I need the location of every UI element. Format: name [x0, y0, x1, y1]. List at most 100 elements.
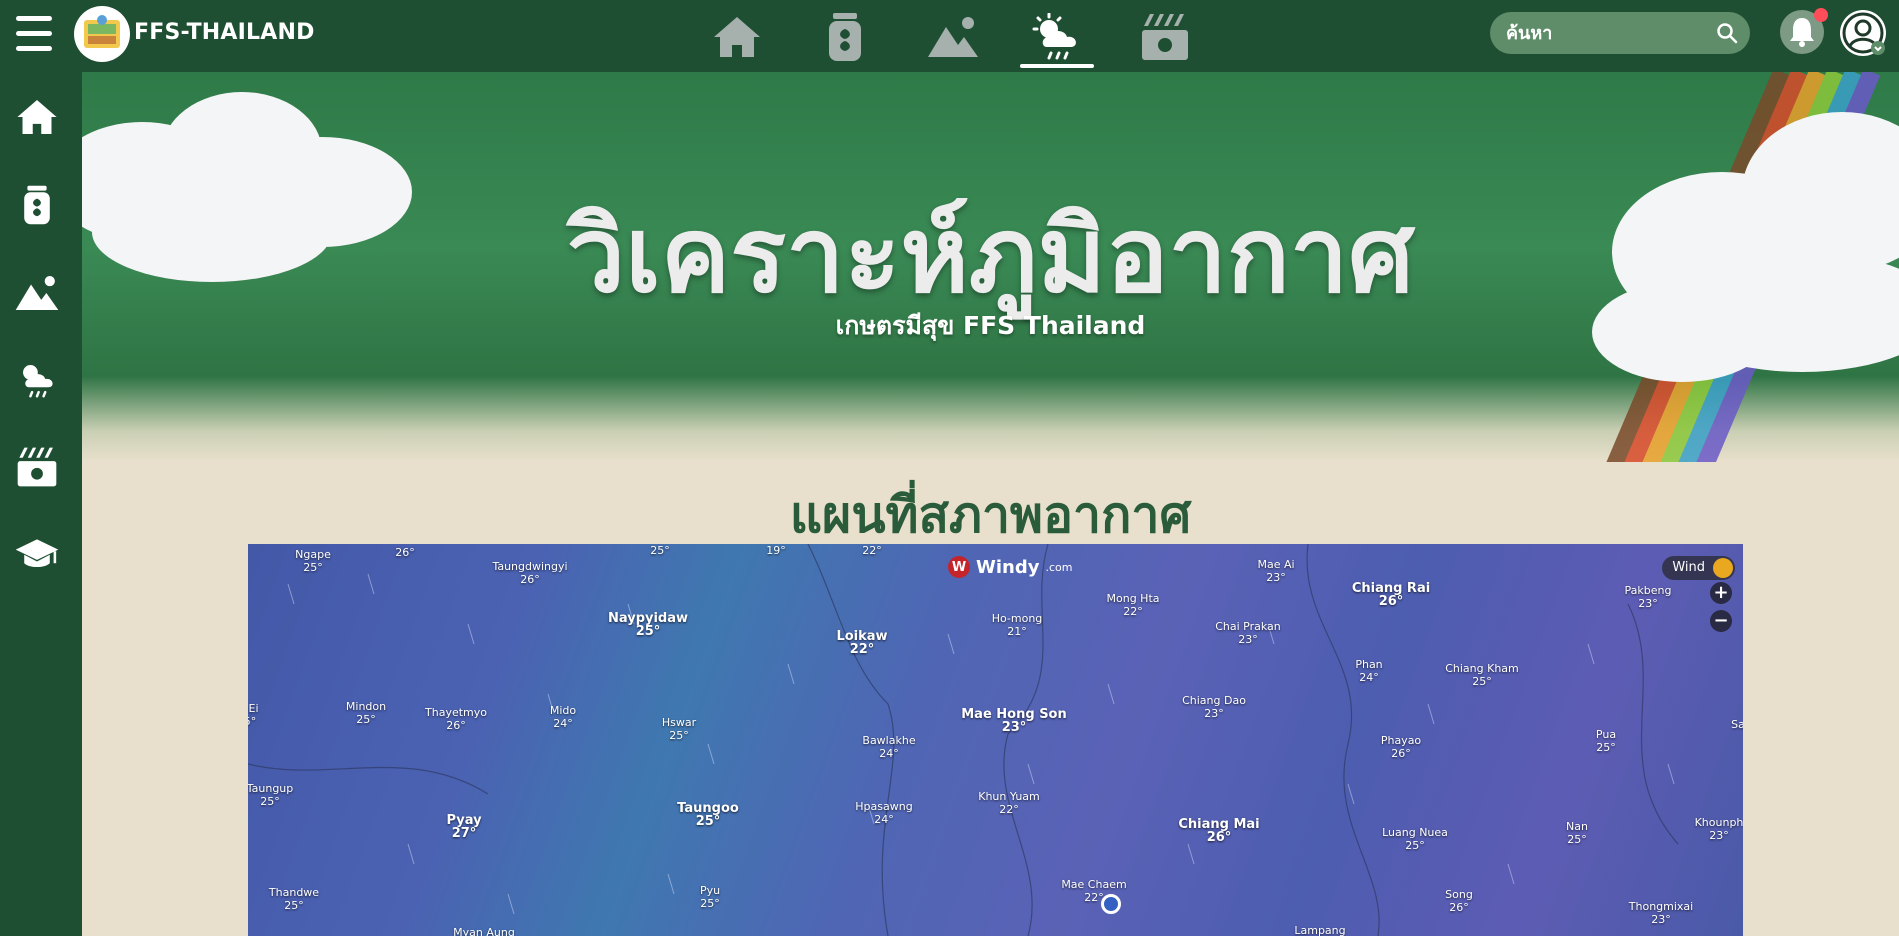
search-icon[interactable] — [1716, 22, 1738, 44]
city-name: Thayetmyo — [425, 706, 487, 719]
user-avatar[interactable] — [1840, 10, 1886, 56]
search-box[interactable] — [1490, 12, 1750, 54]
map-city-label[interactable]: Sa — [1731, 718, 1743, 731]
map-city-label[interactable]: 19° — [766, 544, 786, 557]
map-city-label[interactable]: Mindon 25° — [346, 700, 386, 726]
map-city-label[interactable]: Mido 24° — [550, 704, 576, 730]
map-city-label[interactable]: Pua 25° — [1596, 728, 1616, 754]
city-name: Mae Chaem — [1061, 878, 1127, 891]
city-temperature: 22° — [862, 544, 882, 557]
map-city-label[interactable]: Naypyidaw 25° — [608, 612, 688, 638]
city-temperature: 22° — [1123, 605, 1143, 618]
map-city-label[interactable]: 22° — [862, 544, 882, 557]
map-city-label[interactable]: Chiang Mai 26° — [1178, 818, 1259, 844]
map-city-label[interactable]: Ngape 25° — [295, 548, 331, 574]
map-city-label[interactable]: 26° — [395, 546, 415, 559]
nav-market[interactable] — [1128, 8, 1202, 66]
city-temperature: 23° — [1266, 571, 1286, 584]
menu-icon[interactable] — [14, 12, 54, 56]
city-temperature: 23° — [1709, 829, 1729, 842]
map-city-label[interactable]: Chai Prakan 23° — [1215, 620, 1281, 646]
map-city-label[interactable]: Phan 24° — [1355, 658, 1382, 684]
map-city-label[interactable]: Luang Nuea 25° — [1382, 826, 1448, 852]
nav-land[interactable] — [916, 8, 990, 66]
city-temperature: 25° — [1567, 833, 1587, 846]
search-input[interactable] — [1506, 12, 1706, 54]
map-city-label[interactable]: Khounph 23° — [1695, 816, 1743, 842]
graduation-cap-icon — [15, 539, 59, 568]
map-city-label[interactable]: Pyay 27° — [446, 814, 481, 840]
home-icon — [17, 99, 57, 135]
home-icon — [714, 17, 760, 57]
city-name: Hpasawng — [855, 800, 913, 813]
wind-icon — [1713, 558, 1733, 578]
city-name: Luang Nuea — [1382, 826, 1448, 839]
map-city-label[interactable]: Taungup 25° — [248, 782, 293, 808]
map-city-label[interactable]: Thandwe 25° — [269, 886, 319, 912]
city-temperature: 21° — [1007, 625, 1027, 638]
city-name: Chiang Kham — [1445, 662, 1519, 675]
sidebar-item-home[interactable] — [12, 92, 62, 142]
weather-map[interactable]: W Windy .com Wind + − Ngape 25° 26° Taungdwi… — [248, 544, 1743, 936]
city-temperature: 23° — [1204, 707, 1224, 720]
map-city-label[interactable]: Ho-mong 21° — [992, 612, 1043, 638]
map-city-label[interactable]: Lampang — [1294, 924, 1345, 936]
city-name: Mong Hta — [1106, 592, 1160, 605]
map-city-label[interactable]: Bawlakhe 24° — [862, 734, 915, 760]
location-marker[interactable] — [1101, 894, 1121, 914]
map-city-label[interactable]: Phayao 26° — [1381, 734, 1421, 760]
city-name: Lampang — [1294, 924, 1346, 936]
sidebar-item-weather[interactable] — [12, 354, 62, 404]
map-city-label[interactable]: Chiang Rai 26° — [1352, 582, 1430, 608]
map-city-label[interactable]: Thayetmyo 26° — [425, 706, 487, 732]
city-name: Pyu — [699, 884, 721, 897]
map-city-label[interactable]: Taungoo 25° — [677, 802, 739, 828]
city-name: Bawlakhe — [862, 734, 916, 747]
map-city-label[interactable]: Pakbeng 23° — [1625, 584, 1672, 610]
map-city-label[interactable]: Myan Aung — [453, 926, 515, 936]
city-name: Khun Yuam — [978, 790, 1040, 803]
map-city-label[interactable]: Mae Hong Son 23° — [961, 708, 1067, 734]
sidebar-item-plant[interactable] — [12, 180, 62, 230]
city-temperature: 27° — [451, 826, 477, 841]
banner-subtitle: เกษตรมีสุข FFS Thailand — [835, 311, 1146, 340]
sidebar-item-market[interactable] — [12, 442, 62, 492]
map-city-label[interactable]: Mae Ai 23° — [1257, 558, 1294, 584]
city-temperature: 25° — [650, 544, 670, 557]
nav-weather[interactable] — [1020, 8, 1094, 68]
map-city-label[interactable]: Pyu 25° — [700, 884, 720, 910]
windy-brand[interactable]: W Windy .com — [948, 554, 1072, 580]
city-name: Khounph — [1694, 816, 1743, 829]
weather-icon — [1032, 13, 1076, 60]
plant-icon — [24, 185, 50, 225]
nav-home[interactable] — [700, 8, 774, 66]
map-city-label[interactable]: Chiang Dao 23° — [1182, 694, 1246, 720]
map-city-label[interactable]: Hswar 25° — [662, 716, 696, 742]
map-city-label[interactable]: Nan 25° — [1566, 820, 1588, 846]
map-city-label[interactable]: 25° — [650, 544, 670, 557]
wind-layer-button[interactable]: Wind — [1662, 556, 1735, 580]
map-city-label[interactable]: Song 26° — [1445, 888, 1473, 914]
nav-plant[interactable] — [808, 8, 882, 66]
map-city-label[interactable]: Khun Yuam 22° — [978, 790, 1040, 816]
map-city-label[interactable]: Taungdwingyi 26° — [492, 560, 567, 586]
map-city-label[interactable]: Hpasawng 24° — [855, 800, 912, 826]
city-name: Mae Ai — [1257, 558, 1295, 571]
sidebar-item-land[interactable] — [12, 268, 62, 318]
map-city-label[interactable]: i-Ei5° — [248, 702, 259, 728]
zoom-in-button[interactable]: + — [1710, 582, 1732, 604]
sidebar-item-education[interactable] — [12, 528, 62, 578]
plant-icon — [829, 13, 861, 61]
map-city-label[interactable]: Mong Hta 22° — [1107, 592, 1160, 618]
zoom-out-button[interactable]: − — [1710, 610, 1732, 632]
map-city-label[interactable]: Thongmixai 23° — [1629, 900, 1693, 926]
map-city-label[interactable]: Loikaw 22° — [836, 630, 887, 656]
city-temperature: 25° — [669, 729, 689, 742]
map-city-label[interactable]: Chiang Kham 25° — [1445, 662, 1519, 688]
city-temperature: 26° — [1206, 830, 1232, 845]
city-temperature: 23° — [1638, 597, 1658, 610]
city-name: Pakbeng — [1624, 584, 1672, 597]
notification-button[interactable] — [1780, 8, 1828, 54]
app-logo[interactable] — [74, 6, 130, 62]
city-temperature: 26° — [1391, 747, 1411, 760]
